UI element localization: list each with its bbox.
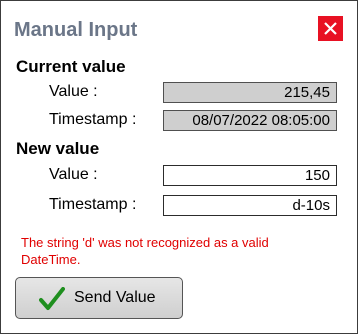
new-timestamp-input[interactable]: d-10s (163, 195, 337, 216)
current-value-field: 215,45 (163, 82, 337, 103)
new-timestamp-label: Timestamp : (49, 196, 137, 213)
dialog-titlebar: Manual Input (1, 1, 357, 43)
checkmark-icon (39, 287, 65, 316)
dialog-title: Manual Input (14, 19, 138, 41)
error-message: The string 'd' was not recognized as a v… (21, 235, 269, 267)
current-timestamp-field: 08/07/2022 08:05:00 (163, 110, 337, 131)
close-icon (318, 22, 343, 35)
new-value-label: Value : (49, 166, 98, 183)
current-value-heading: Current value (16, 57, 126, 76)
manual-input-dialog: Manual Input Current value Value : 215,4… (0, 0, 358, 334)
new-value-heading: New value (16, 139, 100, 158)
send-value-button[interactable]: Send Value (15, 277, 183, 319)
close-button[interactable] (318, 16, 343, 41)
new-value-input[interactable]: 150 (163, 165, 337, 186)
current-value-label: Value : (49, 83, 98, 100)
send-value-label: Send Value (74, 289, 156, 306)
current-timestamp-label: Timestamp : (49, 111, 137, 128)
